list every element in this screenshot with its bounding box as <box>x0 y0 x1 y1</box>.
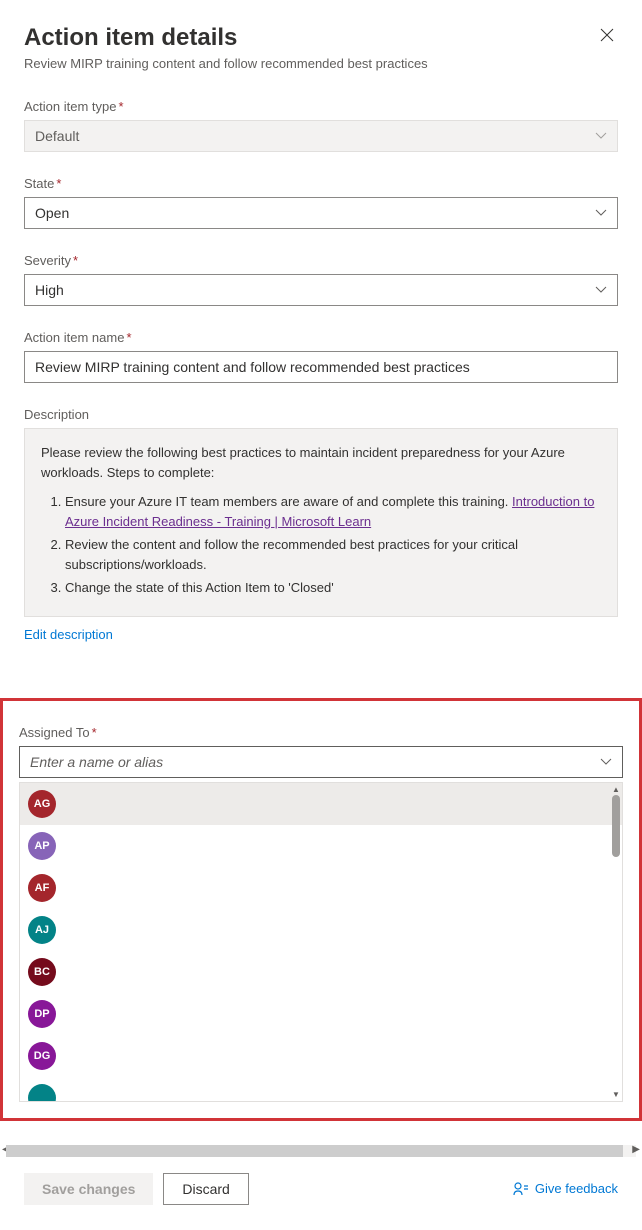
avatar: AG <box>28 790 56 818</box>
edit-description-link[interactable]: Edit description <box>24 627 113 642</box>
close-icon <box>600 28 614 42</box>
panel-subtitle: Review MIRP training content and follow … <box>24 56 618 71</box>
chevron-down-icon <box>595 205 607 221</box>
hscroll-thumb[interactable] <box>6 1145 623 1157</box>
close-button[interactable] <box>596 24 618 51</box>
dropdown-option[interactable]: AG <box>20 783 622 825</box>
panel-title: Action item details <box>24 24 237 52</box>
avatar: AF <box>28 874 56 902</box>
avatar <box>28 1084 56 1102</box>
dropdown-option[interactable]: BC <box>20 951 622 993</box>
avatar: DG <box>28 1042 56 1070</box>
scroll-down-arrow[interactable]: ▼ <box>612 1090 620 1099</box>
field-assigned-to: Assigned To* Enter a name or alias AGAPA… <box>19 725 623 1102</box>
label-state: State* <box>24 176 618 191</box>
action-item-panel: Action item details Review MIRP training… <box>0 0 642 690</box>
avatar: BC <box>28 958 56 986</box>
dropdown-option[interactable]: DP <box>20 993 622 1035</box>
select-state[interactable]: Open <box>24 197 618 229</box>
value-severity: High <box>35 282 64 298</box>
placeholder-assigned-to: Enter a name or alias <box>30 754 163 770</box>
dropdown-assigned-to: AG AP AF AJ BC DP DG ▲ ▼ <box>19 782 623 1102</box>
label-severity: Severity* <box>24 253 618 268</box>
chevron-down-icon <box>595 282 607 298</box>
chevron-down-icon <box>600 754 612 770</box>
input-action-item-name[interactable]: Review MIRP training content and follow … <box>24 351 618 383</box>
feedback-icon <box>513 1181 529 1197</box>
description-step-2: Review the content and follow the recomm… <box>65 535 601 574</box>
feedback-label: Give feedback <box>535 1181 618 1196</box>
avatar: AP <box>28 832 56 860</box>
label-action-item-type: Action item type* <box>24 99 618 114</box>
select-severity[interactable]: High <box>24 274 618 306</box>
description-step-1: Ensure your Azure IT team members are aw… <box>65 492 601 531</box>
scroll-up-arrow[interactable]: ▲ <box>612 785 620 794</box>
field-action-item-type: Action item type* Default <box>24 99 618 152</box>
field-description: Description Please review the following … <box>24 407 618 642</box>
value-action-item-type: Default <box>35 128 79 144</box>
avatar: DP <box>28 1000 56 1028</box>
save-button: Save changes <box>24 1173 153 1205</box>
description-step-3: Change the state of this Action Item to … <box>65 578 601 598</box>
dropdown-option[interactable] <box>20 1077 622 1102</box>
description-content: Please review the following best practic… <box>24 428 618 617</box>
panel-header: Action item details <box>24 24 618 52</box>
feedback-link[interactable]: Give feedback <box>513 1181 618 1197</box>
panel-footer: Save changes Discard Give feedback <box>0 1173 642 1229</box>
value-action-item-name: Review MIRP training content and follow … <box>35 359 470 375</box>
description-intro: Please review the following best practic… <box>41 443 601 482</box>
scrollbar-thumb[interactable] <box>612 795 620 857</box>
value-state: Open <box>35 205 69 221</box>
field-action-item-name: Action item name* Review MIRP training c… <box>24 330 618 383</box>
scroll-right-arrow[interactable]: ▶ <box>632 1144 640 1155</box>
select-action-item-type: Default <box>24 120 618 152</box>
avatar: AJ <box>28 916 56 944</box>
chevron-down-icon <box>595 128 607 144</box>
dropdown-option[interactable]: AP <box>20 825 622 867</box>
dropdown-option[interactable]: AF <box>20 867 622 909</box>
assigned-to-highlight: Assigned To* Enter a name or alias AGAPA… <box>0 698 642 1121</box>
label-description: Description <box>24 407 618 422</box>
discard-button[interactable]: Discard <box>163 1173 248 1205</box>
footer-actions: Save changes Discard <box>24 1173 249 1205</box>
input-assigned-to[interactable]: Enter a name or alias <box>19 746 623 778</box>
combobox-assigned-to: Enter a name or alias AG AP AF AJ BC DP DG ▲ ▼ <box>19 746 623 1102</box>
label-action-item-name: Action item name* <box>24 330 618 345</box>
dropdown-option[interactable]: AJ <box>20 909 622 951</box>
label-assigned-to: Assigned To* <box>19 725 623 740</box>
dropdown-option[interactable]: DG <box>20 1035 622 1077</box>
horizontal-scrollbar[interactable]: ◀ ▶ <box>6 1145 636 1157</box>
field-state: State* Open <box>24 176 618 229</box>
field-severity: Severity* High <box>24 253 618 306</box>
